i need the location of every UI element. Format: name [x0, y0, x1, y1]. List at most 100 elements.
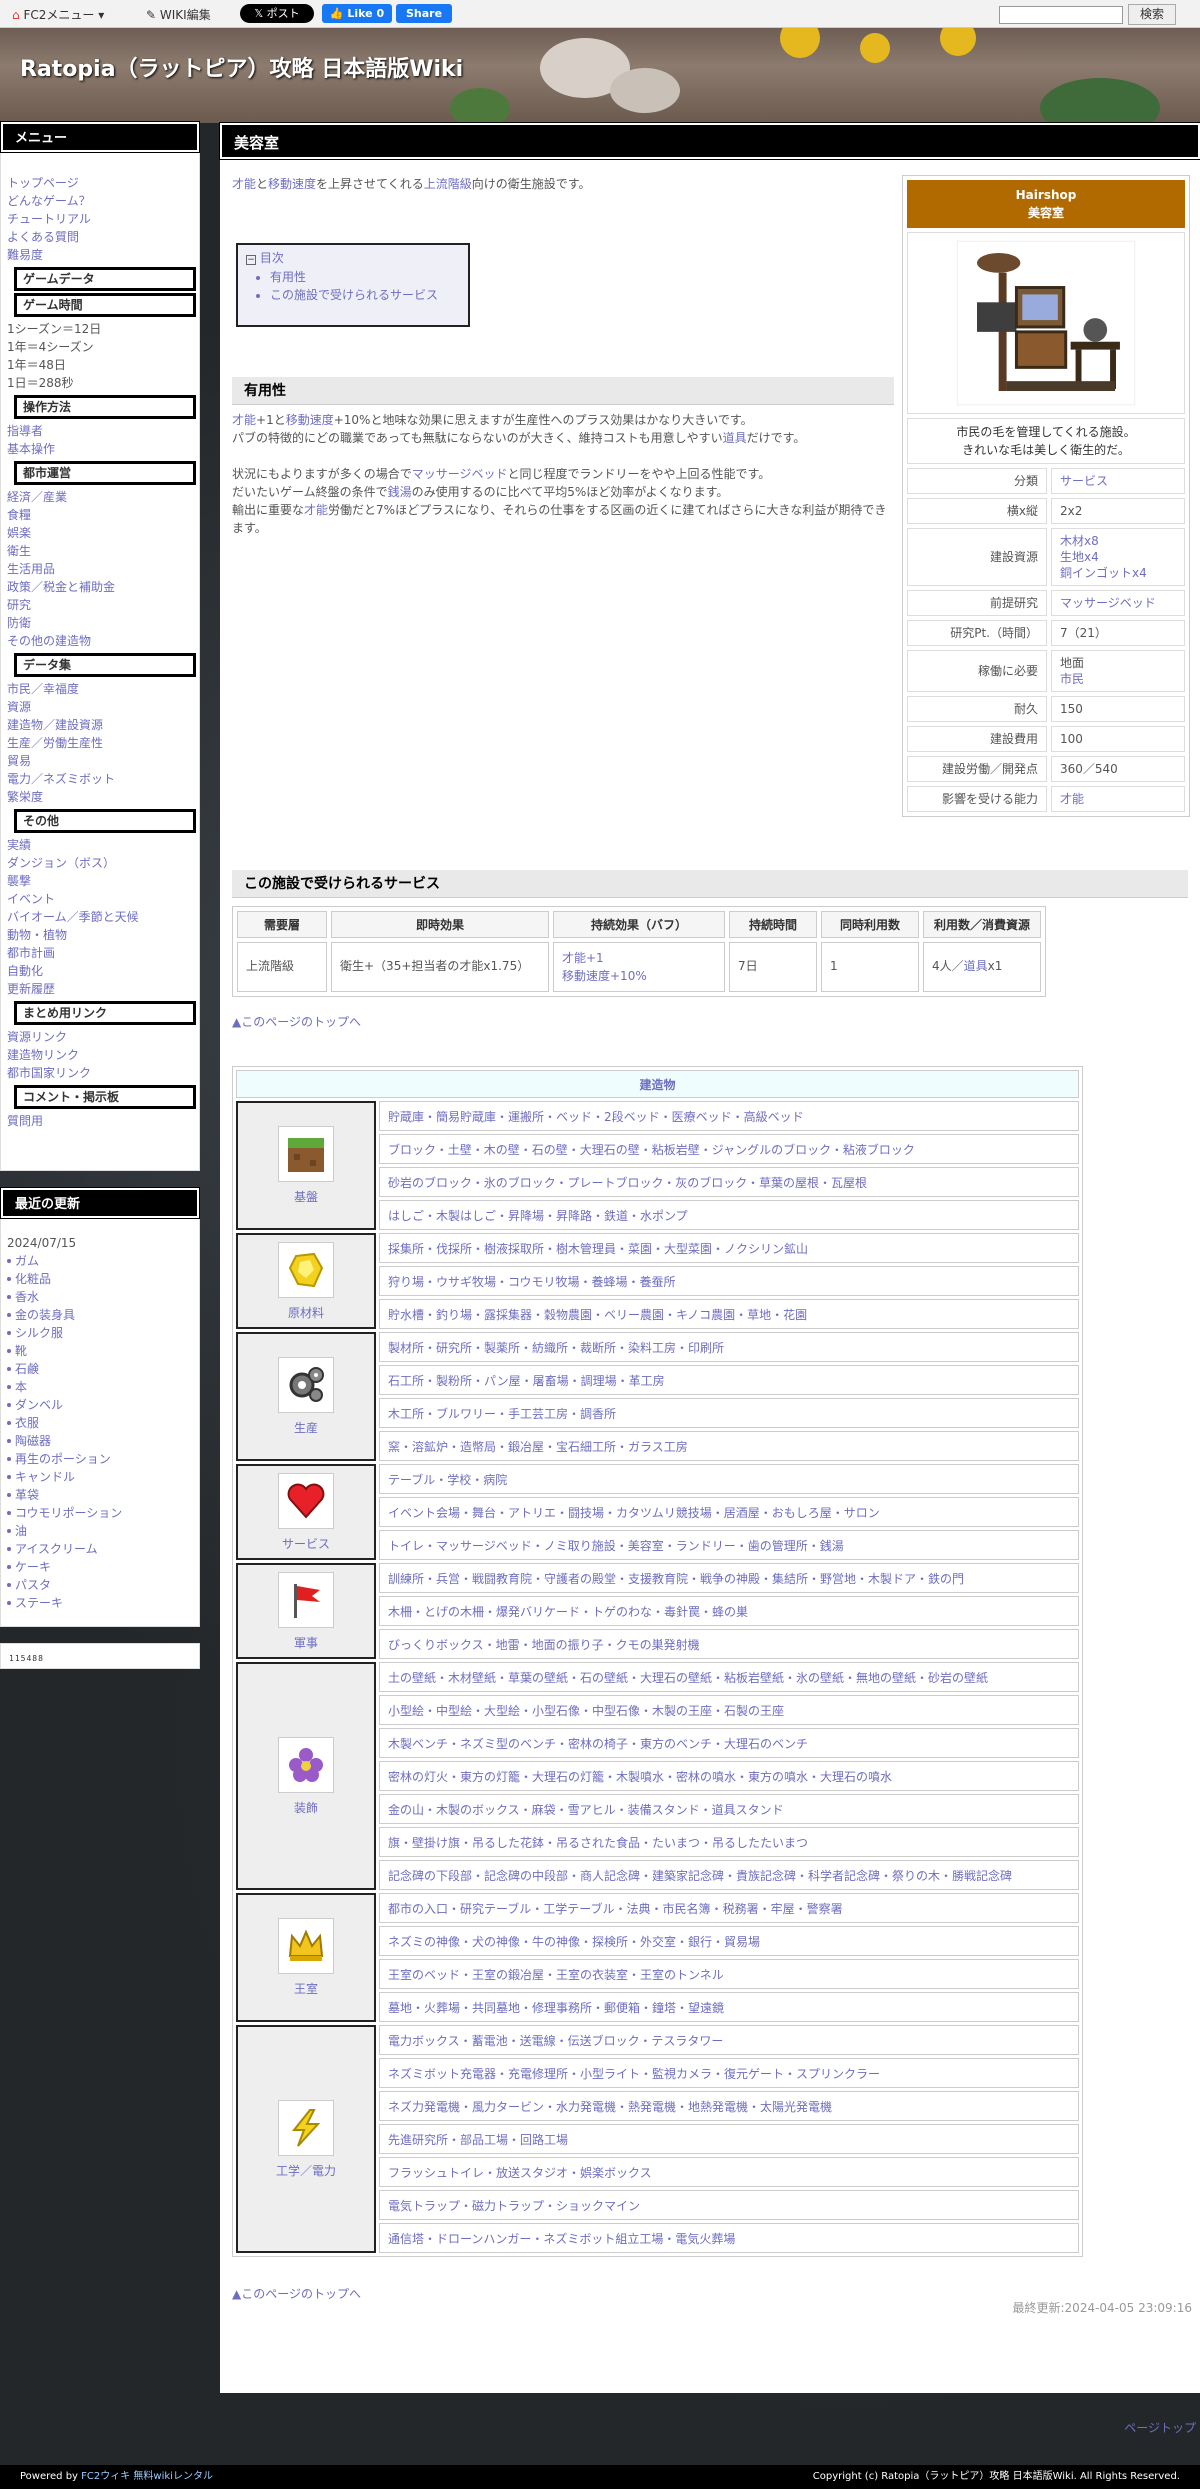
- building-list[interactable]: 王室のベッド・王室の鍛冶屋・王室の衣装室・王室のトンネル: [379, 1959, 1079, 1989]
- bathhouse-link[interactable]: 銭湯: [388, 485, 412, 499]
- upper-class-link[interactable]: 上流階級: [424, 177, 472, 191]
- buildings-heading[interactable]: 建造物: [236, 1070, 1079, 1098]
- building-list[interactable]: 貯蔵庫・簡易貯蔵庫・運搬所・ベッド・2段ベッド・医療ベッド・高級ベッド: [379, 1101, 1079, 1131]
- building-list[interactable]: 都市の入口・研究テーブル・工学テーブル・法典・市民名簿・税務署・牢屋・警察署: [379, 1893, 1079, 1923]
- building-list[interactable]: テーブル・学校・病院: [379, 1464, 1079, 1494]
- toc-item-services[interactable]: この施設で受けられるサービス: [270, 286, 460, 304]
- back-to-top-link[interactable]: ▲このページのトップへ: [232, 2285, 361, 2302]
- wiki-edit-link[interactable]: ✎ WIKI編集: [146, 6, 211, 23]
- building-list[interactable]: 旗・壁掛け旗・吊るした花鉢・吊るされた食品・たいまつ・吊るしたたいまつ: [379, 1827, 1079, 1857]
- menu-link[interactable]: 都市国家リンク: [1, 1064, 199, 1082]
- building-list[interactable]: 密林の灯火・東方の灯籠・大理石の灯籠・木製噴水・密林の噴水・東方の噴水・大理石の…: [379, 1761, 1079, 1791]
- menu-link[interactable]: 基本操作: [1, 440, 199, 458]
- toc-label[interactable]: − 目次: [246, 249, 460, 266]
- recent-item-link[interactable]: 革袋: [1, 1486, 199, 1504]
- infobox-value-item[interactable]: 才能: [1060, 791, 1176, 807]
- category-label[interactable]: 装飾: [294, 1801, 318, 1815]
- menu-link[interactable]: どんなゲーム？: [1, 192, 199, 210]
- menu-link[interactable]: 電力／ネズミボット: [1, 770, 199, 788]
- talent-link[interactable]: 才能: [304, 503, 328, 517]
- move-speed-link[interactable]: 移動速度: [268, 177, 316, 191]
- category-label[interactable]: 王室: [294, 1982, 318, 1996]
- collapse-icon[interactable]: −: [246, 255, 256, 265]
- category-label[interactable]: 工学／電力: [276, 2164, 336, 2178]
- building-list[interactable]: 石工所・製粉所・パン屋・屠畜場・調理場・革工房: [379, 1365, 1079, 1395]
- menu-link[interactable]: 自動化: [1, 962, 199, 980]
- building-list[interactable]: 墓地・火葬場・共同墓地・修理事務所・郵便箱・鐘塔・望遠鏡: [379, 1992, 1079, 2022]
- menu-link[interactable]: 市民／幸福度: [1, 680, 199, 698]
- building-list[interactable]: 訓練所・兵営・戦闘教育院・守護者の殿堂・支援教育院・戦争の神殿・集結所・野営地・…: [379, 1563, 1079, 1593]
- building-list[interactable]: 通信塔・ドローンハンガー・ネズミボット組立工場・電気火葬場: [379, 2223, 1079, 2253]
- menu-link[interactable]: 襲撃: [1, 872, 199, 890]
- menu-link[interactable]: バイオーム／季節と天候: [1, 908, 199, 926]
- building-list[interactable]: びっくりボックス・地雷・地面の振り子・クモの巣発射機: [379, 1629, 1079, 1659]
- building-list[interactable]: トイレ・マッサージベッド・ノミ取り施設・美容室・ランドリー・歯の管理所・銭湯: [379, 1530, 1079, 1560]
- menu-link[interactable]: 経済／産業: [1, 488, 199, 506]
- menu-link[interactable]: 動物・植物: [1, 926, 199, 944]
- building-list[interactable]: 窯・溶鉱炉・造幣局・鍛冶屋・宝石細工所・ガラス工房: [379, 1431, 1079, 1461]
- recent-item-link[interactable]: ケーキ: [1, 1558, 199, 1576]
- building-list[interactable]: 記念碑の下段部・記念碑の中段部・商人記念碑・建築家記念碑・貴族記念碑・科学者記念…: [379, 1860, 1079, 1890]
- menu-link[interactable]: 防衛: [1, 614, 199, 632]
- menu-link[interactable]: 資源: [1, 698, 199, 716]
- building-list[interactable]: ネズミボット充電器・充電修理所・小型ライト・監視カメラ・復元ゲート・スプリンクラ…: [379, 2058, 1079, 2088]
- infobox-value-item[interactable]: 生地x4: [1060, 549, 1176, 565]
- building-list[interactable]: 小型絵・中型絵・大型絵・小型石像・中型石像・木製の王座・石製の王座: [379, 1695, 1079, 1725]
- search-input[interactable]: [999, 6, 1123, 24]
- category-label[interactable]: サービス: [282, 1537, 330, 1551]
- back-to-top-link[interactable]: ▲このページのトップへ: [232, 1013, 361, 1030]
- recent-item-link[interactable]: 香水: [1, 1288, 199, 1306]
- menu-link[interactable]: よくある質問: [1, 228, 199, 246]
- recent-item-link[interactable]: 陶磁器: [1, 1432, 199, 1450]
- menu-link[interactable]: 娯楽: [1, 524, 199, 542]
- menu-link[interactable]: 建造物／建設資源: [1, 716, 199, 734]
- menu-link[interactable]: 研究: [1, 596, 199, 614]
- menu-link[interactable]: 生活用品: [1, 560, 199, 578]
- recent-item-link[interactable]: ダンベル: [1, 1396, 199, 1414]
- building-list[interactable]: 土の壁紙・木材壁紙・草葉の壁紙・石の壁紙・大理石の壁紙・粘板岩壁紙・氷の壁紙・無…: [379, 1662, 1079, 1692]
- menu-link[interactable]: 更新履歴: [1, 980, 199, 998]
- menu-link[interactable]: 貿易: [1, 752, 199, 770]
- menu-link[interactable]: 資源リンク: [1, 1028, 199, 1046]
- menu-link[interactable]: 実績: [1, 836, 199, 854]
- fb-share-button[interactable]: Share: [396, 4, 452, 23]
- building-list[interactable]: イベント会場・舞台・アトリエ・闘技場・カタツムリ競技場・居酒屋・おもしろ屋・サロ…: [379, 1497, 1079, 1527]
- menu-link[interactable]: ダンジョン（ボス）: [1, 854, 199, 872]
- menu-link[interactable]: イベント: [1, 890, 199, 908]
- category-label[interactable]: 基盤: [294, 1190, 318, 1204]
- infobox-value-item[interactable]: 銅インゴットx4: [1060, 565, 1176, 581]
- fc2-menu[interactable]: ⌂ FC2メニュー ▾: [12, 6, 104, 23]
- fc2-wiki-link[interactable]: FC2ウィキ 無料wikiレンタル: [81, 2471, 213, 2482]
- toc-item-useful[interactable]: 有用性: [270, 268, 460, 286]
- recent-item-link[interactable]: 油: [1, 1522, 199, 1540]
- x-post-button[interactable]: 𝕏 ポスト: [240, 4, 314, 23]
- recent-item-link[interactable]: 金の装身具: [1, 1306, 199, 1324]
- recent-item-link[interactable]: ガム: [1, 1252, 199, 1270]
- building-list[interactable]: はしご・木製はしご・昇降場・昇降路・鉄道・水ポンプ: [379, 1200, 1079, 1230]
- menu-link[interactable]: 質問用: [1, 1112, 199, 1130]
- menu-link[interactable]: 都市計画: [1, 944, 199, 962]
- category-label[interactable]: 軍事: [294, 1636, 318, 1650]
- category-label[interactable]: 生産: [294, 1421, 318, 1435]
- recent-item-link[interactable]: 衣服: [1, 1414, 199, 1432]
- recent-item-link[interactable]: ステーキ: [1, 1594, 199, 1612]
- building-list[interactable]: 砂岩のブロック・氷のブロック・プレートブロック・灰のブロック・草葉の屋根・瓦屋根: [379, 1167, 1079, 1197]
- infobox-value-item[interactable]: マッサージベッド: [1060, 595, 1176, 611]
- menu-link[interactable]: 指導者: [1, 422, 199, 440]
- fb-like-button[interactable]: 👍 Like 0: [322, 4, 392, 23]
- talent-link[interactable]: 才能: [232, 413, 256, 427]
- menu-link[interactable]: チュートリアル: [1, 210, 199, 228]
- building-list[interactable]: 木工所・ブルワリー・手工芸工房・調香所: [379, 1398, 1079, 1428]
- building-list[interactable]: 金の山・木製のボックス・麻袋・雪アヒル・装備スタンド・道具スタンド: [379, 1794, 1079, 1824]
- menu-link[interactable]: 生産／労働生産性: [1, 734, 199, 752]
- recent-item-link[interactable]: 化粧品: [1, 1270, 199, 1288]
- site-title[interactable]: Ratopia（ラットピア）攻略 日本語版Wiki: [20, 51, 463, 83]
- building-list[interactable]: 電気トラップ・磁力トラップ・ショックマイン: [379, 2190, 1079, 2220]
- building-list[interactable]: ブロック・土壁・木の壁・石の壁・大理石の壁・粘板岩壁・ジャングルのブロック・粘液…: [379, 1134, 1079, 1164]
- building-list[interactable]: 木柵・とげの木柵・爆発バリケード・トゲのわな・毒針罠・蜂の巣: [379, 1596, 1079, 1626]
- recent-item-link[interactable]: アイスクリーム: [1, 1540, 199, 1558]
- menu-link[interactable]: トップページ: [1, 174, 199, 192]
- menu-link[interactable]: 食糧: [1, 506, 199, 524]
- building-list[interactable]: ネズミの神像・犬の神像・牛の神像・探検所・外交室・銀行・貿易場: [379, 1926, 1079, 1956]
- recent-item-link[interactable]: 本: [1, 1378, 199, 1396]
